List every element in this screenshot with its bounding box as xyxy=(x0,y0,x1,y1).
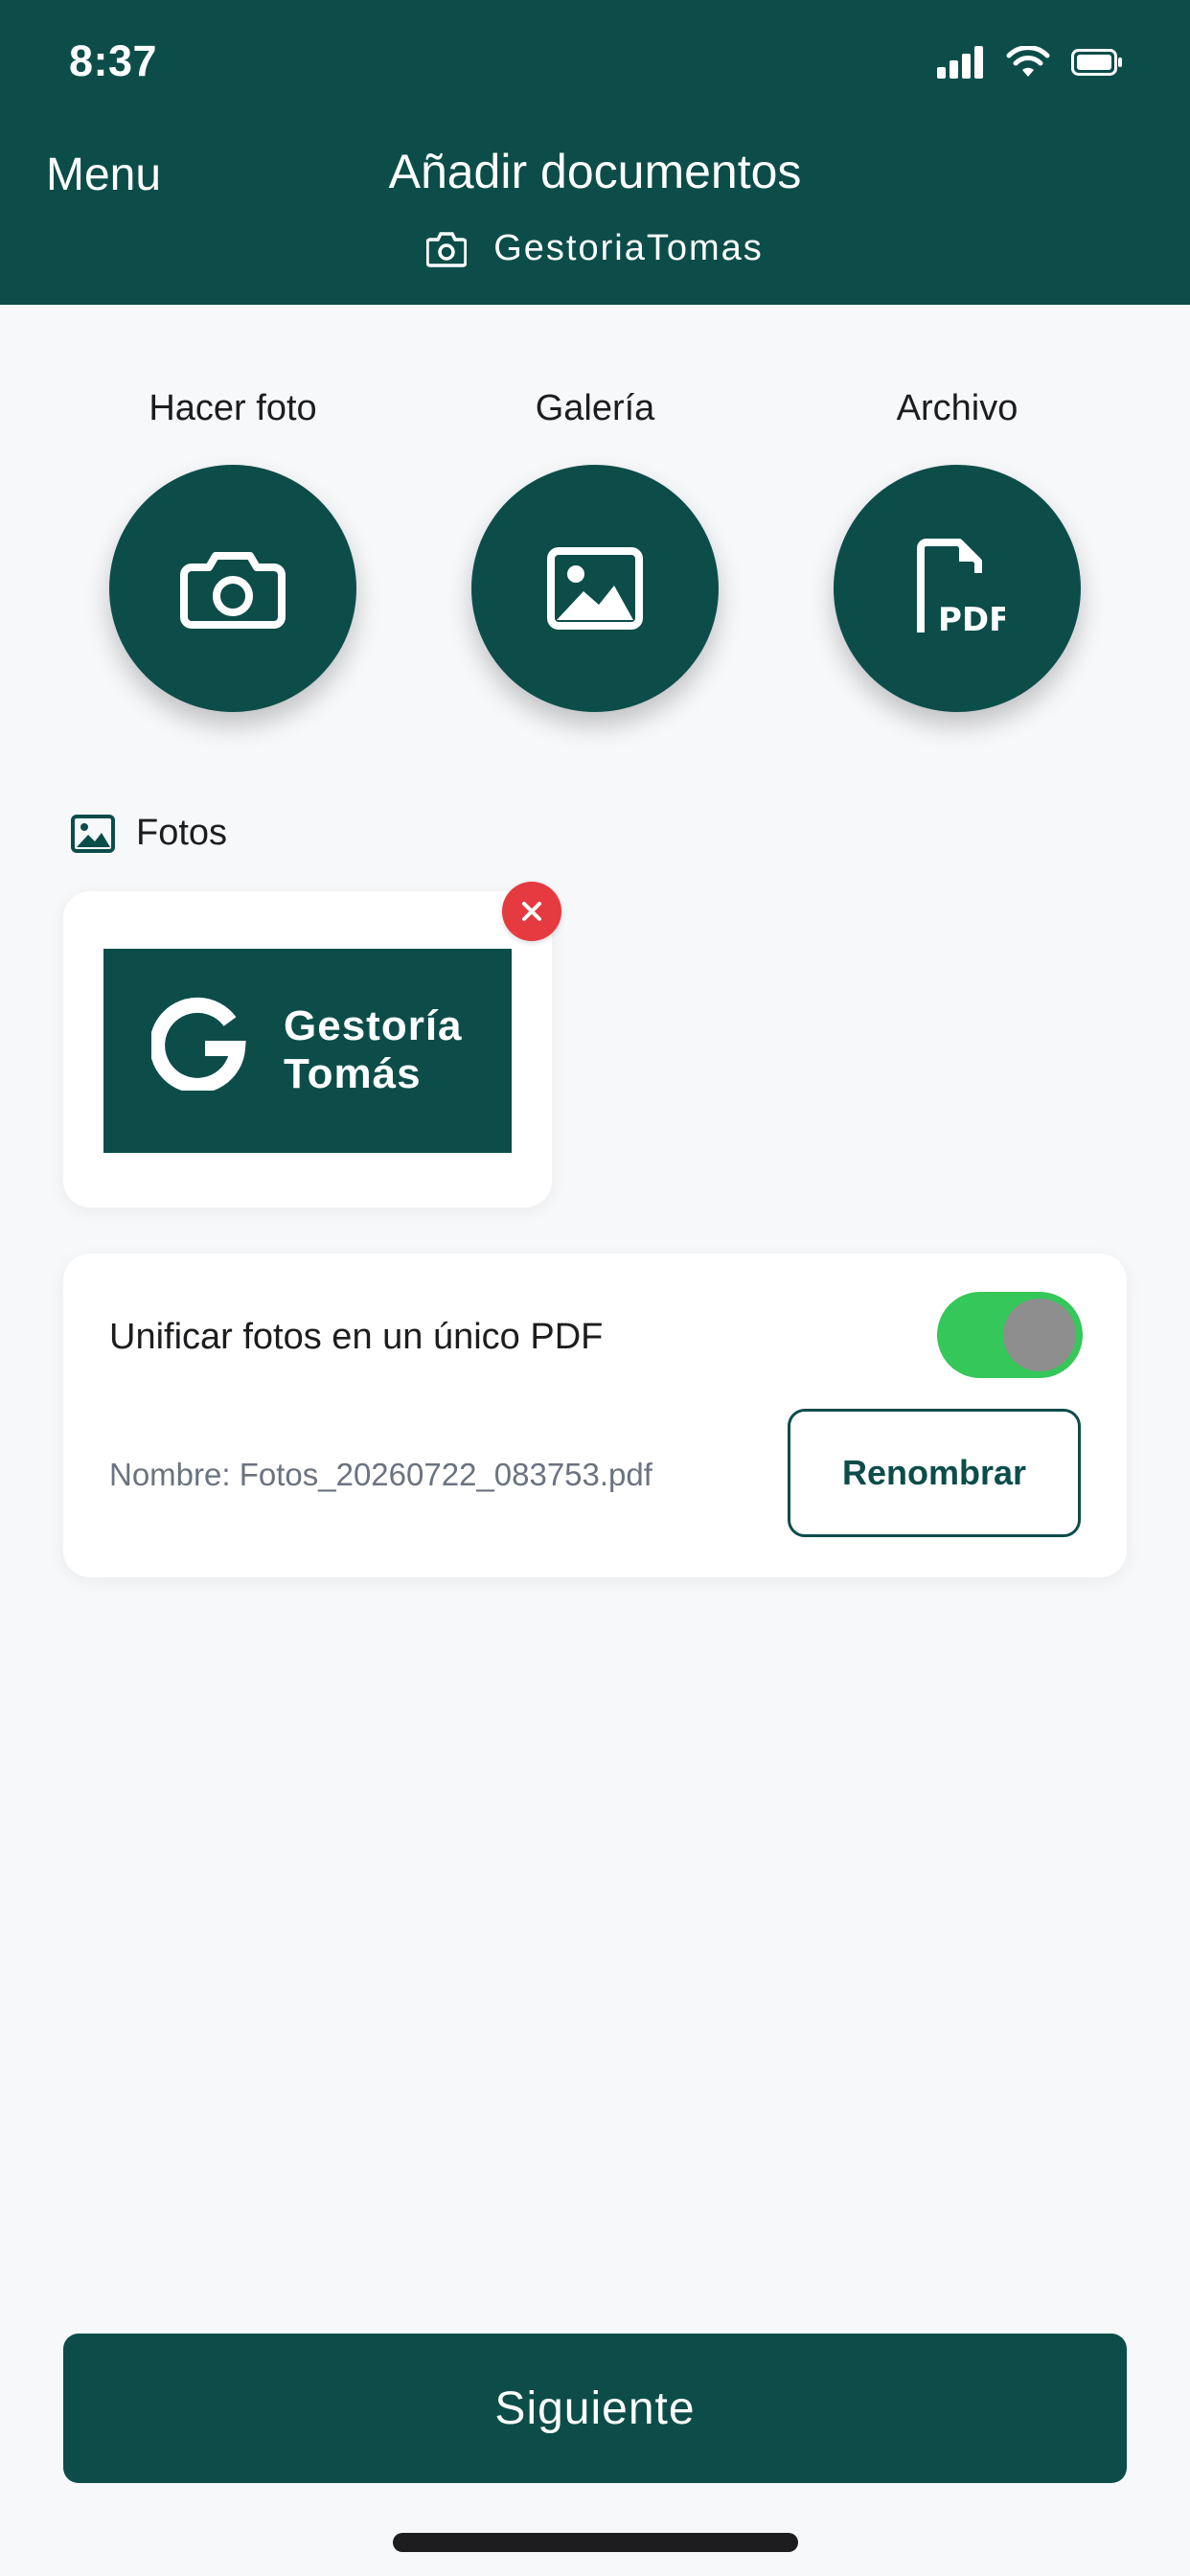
cellular-signal-icon xyxy=(937,46,983,79)
logo-line-1: Gestoría xyxy=(284,1002,463,1049)
pdf-file-icon: PDF xyxy=(917,539,1005,638)
unify-pdf-toggle[interactable] xyxy=(937,1292,1083,1378)
gestoria-logo-g xyxy=(151,997,246,1091)
pdf-filename: Nombre: Fotos_20260722_083753.pdf xyxy=(109,1457,652,1492)
unify-pdf-card: Unificar fotos en un único PDF Nombre: F… xyxy=(63,1254,1127,1577)
remove-photo-button[interactable] xyxy=(502,882,561,941)
battery-icon xyxy=(1071,49,1122,76)
screen: 8:37 Menu Añadir documentos GestoriaToma… xyxy=(0,0,1190,2576)
file-action[interactable]: Archivo PDF xyxy=(813,388,1101,712)
camera-icon xyxy=(180,552,286,629)
close-icon xyxy=(522,902,541,921)
toggle-knob xyxy=(1003,1299,1076,1371)
photo-thumbnail-card[interactable]: Gestoría Tomás xyxy=(63,891,552,1208)
gallery-label: Galería xyxy=(535,388,655,428)
take-photo-button[interactable] xyxy=(109,465,356,712)
gallery-action[interactable]: Galería xyxy=(451,388,739,712)
camera-icon xyxy=(426,231,468,267)
image-icon xyxy=(71,814,115,853)
file-button[interactable]: PDF xyxy=(834,465,1081,712)
page-title: Añadir documentos xyxy=(388,145,802,198)
take-photo-label: Hacer foto xyxy=(149,388,317,428)
photos-section-heading: Fotos xyxy=(71,813,227,854)
account-name: GestoriaTomas xyxy=(493,228,764,268)
home-indicator[interactable] xyxy=(393,2533,798,2552)
wifi-icon xyxy=(1006,46,1050,77)
unify-pdf-label: Unificar fotos en un único PDF xyxy=(109,1317,604,1357)
photo-thumbnail: Gestoría Tomás xyxy=(103,949,512,1153)
file-label: Archivo xyxy=(896,388,1018,428)
svg-text:PDF: PDF xyxy=(938,601,1005,638)
next-button[interactable]: Siguiente xyxy=(63,2334,1127,2483)
image-icon xyxy=(547,547,643,630)
rename-button[interactable]: Renombrar xyxy=(788,1409,1081,1537)
take-photo-action[interactable]: Hacer foto xyxy=(89,388,377,712)
status-time: 8:37 xyxy=(69,36,158,85)
thumbnail-logo-text: Gestoría Tomás xyxy=(284,1002,463,1098)
photos-heading-label: Fotos xyxy=(136,813,228,853)
status-icons xyxy=(937,46,1123,79)
header-subtitle: GestoriaTomas xyxy=(0,228,1190,269)
app-header: 8:37 Menu Añadir documentos GestoriaToma… xyxy=(0,0,1190,305)
gallery-button[interactable] xyxy=(471,465,719,712)
logo-line-2: Tomás xyxy=(284,1050,422,1097)
